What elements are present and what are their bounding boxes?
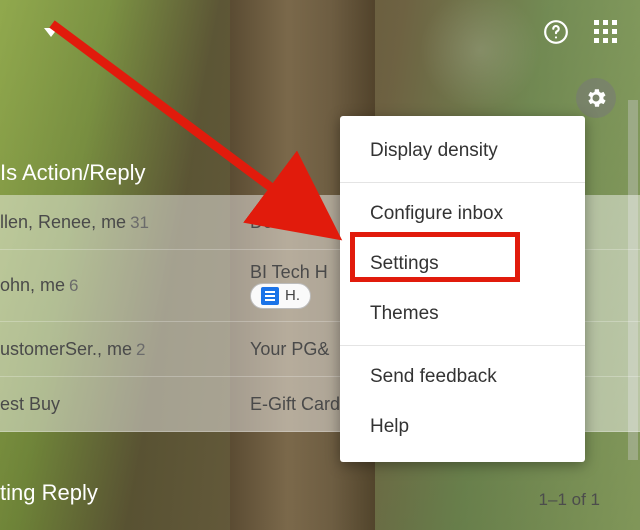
- mail-senders: est Buy: [0, 394, 250, 415]
- section-footer-label: ting Reply: [0, 480, 98, 506]
- menu-item-display-density[interactable]: Display density: [340, 126, 585, 176]
- settings-menu: Display density Configure inbox Settings…: [340, 116, 585, 462]
- mail-senders: llen, Renee, me31: [0, 212, 250, 233]
- menu-item-settings[interactable]: Settings: [340, 239, 585, 289]
- mail-senders: ustomerSer., me2: [0, 339, 250, 360]
- menu-separator: [340, 182, 585, 183]
- topbar: [542, 18, 618, 46]
- section-header: Is Action/Reply: [0, 160, 146, 186]
- settings-gear-button[interactable]: [576, 78, 616, 118]
- menu-item-configure-inbox[interactable]: Configure inbox: [340, 189, 585, 239]
- attachment-chip[interactable]: H.: [250, 283, 311, 309]
- pagination-label: 1–1 of 1: [539, 490, 600, 510]
- menu-item-help[interactable]: Help: [340, 402, 585, 452]
- doc-icon: [261, 287, 279, 305]
- menu-item-send-feedback[interactable]: Send feedback: [340, 352, 585, 402]
- menu-separator: [340, 345, 585, 346]
- mail-senders: ohn, me6: [0, 275, 250, 296]
- menu-item-themes[interactable]: Themes: [340, 289, 585, 339]
- apps-grid-icon[interactable]: [594, 20, 618, 44]
- dropdown-caret-icon[interactable]: [44, 28, 58, 37]
- help-icon[interactable]: [542, 18, 570, 46]
